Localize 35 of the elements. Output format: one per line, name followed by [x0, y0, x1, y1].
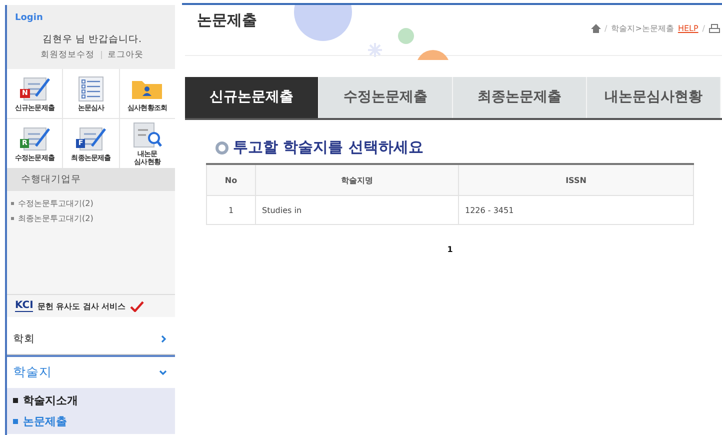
breadcrumb-separator: / — [604, 24, 608, 33]
circle-bullet-icon — [215, 140, 229, 154]
column-header: No — [206, 164, 256, 196]
bullet-icon — [11, 202, 14, 206]
table-cell: 1 — [206, 196, 256, 224]
account-link[interactable]: 회원정보수정 — [40, 49, 94, 61]
bullet-icon — [13, 419, 18, 424]
table-cell: 1226 - 3451 — [458, 196, 694, 224]
bullet-icon — [13, 398, 18, 404]
pending-tasks-header: 수행대기업무 — [7, 168, 175, 191]
page-title: 논문제출 — [196, 10, 257, 30]
breadcrumb-path: 학술지>논문제출 — [611, 23, 674, 34]
section-title: 투고할 학술지를 선택하세요 — [233, 138, 424, 157]
checkmark-icon — [130, 300, 144, 312]
printer-icon[interactable] — [709, 24, 720, 34]
breadcrumb-separator: / — [702, 24, 705, 33]
column-header: ISSN — [458, 164, 694, 196]
tab[interactable]: 수정논문제출 — [319, 77, 453, 118]
home-icon[interactable] — [590, 24, 601, 33]
help-link[interactable]: HELP — [678, 24, 698, 33]
login-label: Login — [15, 13, 43, 23]
tab[interactable]: 최종논문제출 — [453, 77, 587, 118]
chevron-down-icon — [159, 370, 167, 376]
submenu-item[interactable]: 학술지소개 — [13, 390, 175, 411]
bullet-icon — [11, 217, 14, 220]
chevron-right-icon — [161, 334, 167, 342]
pending-task-link[interactable]: 최종논문투고대기(2) — [11, 213, 94, 224]
greeting-text: 김현우 님 반갑습니다. — [42, 33, 142, 46]
column-header: 학술지명 — [256, 164, 458, 196]
tab[interactable]: 내논문심사현황 — [587, 77, 721, 118]
tab[interactable]: 신규논문제출 — [185, 77, 319, 118]
table-cell: Studies in — [256, 196, 458, 224]
pending-task-link[interactable]: 수정논문투고대기(2) — [11, 198, 94, 209]
page-number[interactable]: 1 — [447, 245, 453, 254]
account-link[interactable]: 로그아웃 — [108, 49, 144, 61]
